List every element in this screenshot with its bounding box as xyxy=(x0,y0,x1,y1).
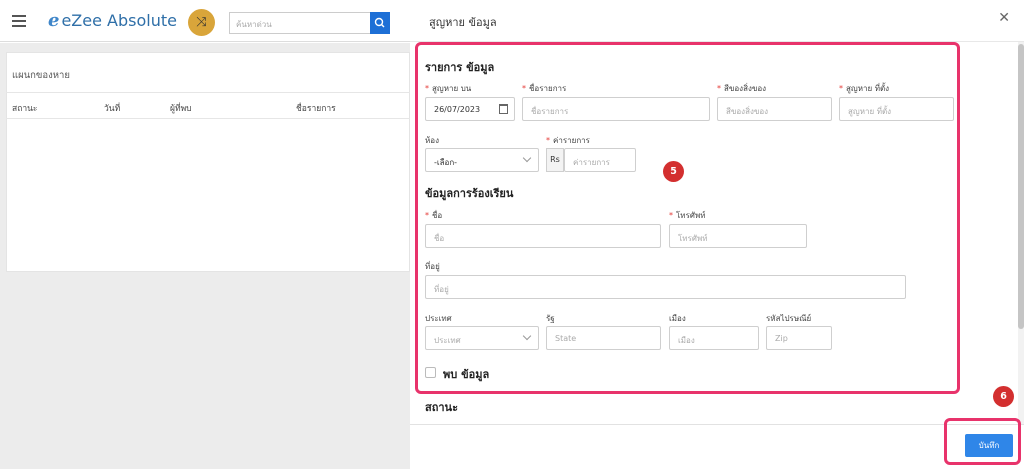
logo-mark: e xyxy=(48,10,60,31)
search-button[interactable] xyxy=(370,12,390,34)
highlight-save-button xyxy=(944,418,1021,465)
modal-footer xyxy=(410,424,1024,469)
column-header-item-name[interactable]: ชื่อรายการ xyxy=(296,101,336,115)
column-header-finder[interactable]: ผู้ที่พบ xyxy=(170,101,192,115)
callout-5: 5 xyxy=(663,161,684,182)
panel-title: แผนกของหาย xyxy=(12,70,70,81)
column-header-date[interactable]: วันที่ xyxy=(104,101,120,115)
highlight-form-region xyxy=(415,42,960,394)
app-logo[interactable]: e eZee Absolute xyxy=(48,10,177,31)
logo-text: eZee Absolute xyxy=(61,11,177,30)
search-icon xyxy=(374,17,385,28)
callout-6: 6 xyxy=(993,386,1014,407)
top-navigation-bar: e eZee Absolute ⤨ ค้นหาด่วน xyxy=(0,0,410,42)
lost-and-found-panel xyxy=(6,52,410,272)
modal-header: สูญหาย ข้อมูล ✕ xyxy=(410,0,1024,42)
shuffle-icon[interactable]: ⤨ xyxy=(188,9,215,36)
scrollbar-thumb[interactable] xyxy=(1018,44,1024,329)
column-header-status[interactable]: สถานะ xyxy=(12,101,37,115)
close-icon[interactable]: ✕ xyxy=(998,11,1010,25)
quick-search-input[interactable]: ค้นหาด่วน xyxy=(229,12,370,34)
modal-title: สูญหาย ข้อมูล xyxy=(429,16,497,29)
hamburger-menu-icon[interactable] xyxy=(12,15,26,27)
divider xyxy=(6,118,410,119)
divider xyxy=(6,92,410,93)
status-section-title: สถานะ xyxy=(425,401,458,414)
